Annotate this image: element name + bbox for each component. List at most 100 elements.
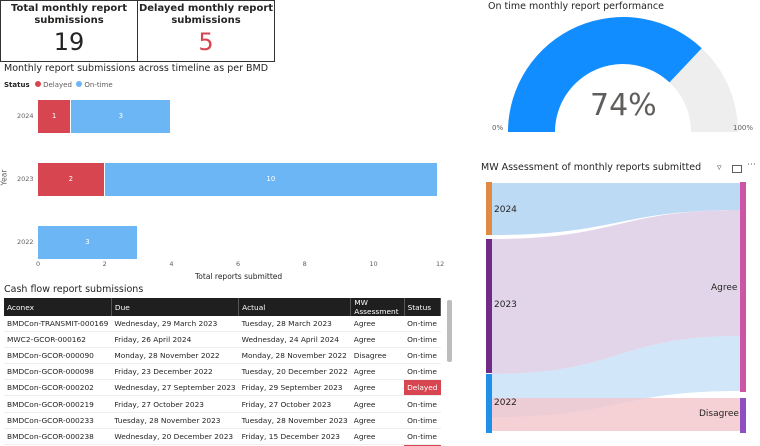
kpi-delayed-value: 5: [198, 28, 214, 56]
table-cell: Disagree: [350, 347, 405, 365]
kpi-card-delayed: Delayed monthly report submissions 5: [137, 0, 275, 62]
sankey-diagram[interactable]: [478, 178, 760, 440]
table-cell: BMDCon-GCOR-000233: [4, 412, 112, 429]
cashflow-table: Aconex Due Actual MW Assessment Status BMDCo…: [4, 298, 441, 446]
bar-delayed-2023[interactable]: 2: [38, 163, 104, 196]
data-label-on-time-2024: 3: [118, 111, 124, 120]
table-cell: Agree: [350, 395, 405, 413]
table-cell: Friday, 26 April 2024: [111, 331, 239, 349]
table-cell: Tuesday, 28 November 2023: [238, 412, 351, 429]
table-cell: BMDCon-GCOR-000238: [4, 428, 112, 445]
more-options-icon[interactable]: ⋯: [747, 160, 756, 170]
table-row[interactable]: BMDCon-GCOR-000098 Friday, 23 December 20…: [4, 363, 441, 381]
data-label-delayed-2023: 2: [68, 174, 74, 183]
focus-mode-icon[interactable]: [732, 165, 742, 173]
table-scrollbar[interactable]: [447, 300, 452, 362]
table-row[interactable]: MWC2-GCOR-000162 Friday, 26 April 2024 Wed…: [4, 331, 441, 349]
node-2023: [486, 239, 492, 373]
table-row[interactable]: BMDCon-GCOR-000233 Tuesday, 28 November 2…: [4, 412, 441, 429]
table-cell: Delayed: [404, 379, 441, 397]
table-row[interactable]: BMDCon-GCOR-000238 Wednesday, 20 December…: [4, 428, 441, 445]
table-body: BMDCon-TRANSMIT-000169 Wednesday, 29 Marc…: [4, 316, 441, 446]
column-header-2[interactable]: Actual: [238, 298, 352, 316]
sankey-node-label-2024: 2024: [494, 205, 517, 215]
bar-delayed-2024[interactable]: 1: [38, 100, 71, 133]
table-cell: On-time: [404, 331, 441, 349]
table-cell: Friday, 29 September 2023: [238, 379, 351, 397]
table-row[interactable]: BMDCon-TRANSMIT-000169 Wednesday, 29 Marc…: [4, 316, 441, 333]
bar-on-time-2024[interactable]: 3: [71, 100, 171, 133]
table-cell: Agree: [350, 379, 405, 397]
table-cell: MWC2-GCOR-000162: [4, 331, 112, 349]
table-cell: Tuesday, 20 December 2022: [238, 363, 351, 381]
x-tick-12: 12: [436, 260, 445, 268]
x-tick-0: 0: [36, 260, 41, 268]
table-cell: On-time: [404, 316, 441, 333]
legend-delayed-dot: [34, 81, 41, 87]
cashflow-table-container[interactable]: Aconex Due Actual MW Assessment Status BMDCo…: [4, 298, 441, 446]
node-2024: [486, 182, 492, 235]
table-cell: Friday, 27 October 2023: [238, 395, 351, 413]
table-cell: Wednesday, 29 March 2023: [111, 316, 239, 333]
kpi-total-value: 19: [53, 28, 85, 56]
table-cell: Tuesday, 28 March 2023: [238, 316, 351, 333]
table-row[interactable]: BMDCon-GCOR-000202 Wednesday, 27 Septembe…: [4, 379, 441, 397]
sankey-node-label-disagree: Disagree: [699, 409, 739, 419]
table-cell: BMDCon-GCOR-000090: [4, 347, 112, 365]
sankey-node-label-2022: 2022: [494, 398, 517, 408]
table-row[interactable]: BMDCon-GCOR-000090 Monday, 28 November 20…: [4, 347, 441, 365]
table-cell: Agree: [350, 316, 405, 333]
table-cell: Monday, 28 November 2022: [238, 347, 351, 365]
table-header-row: Aconex Due Actual MW Assessment Status: [4, 298, 441, 316]
node-agree: [740, 182, 746, 392]
kpi-total-title: Total monthly report submissions: [11, 3, 127, 26]
y-tick-2022: 2022: [17, 237, 34, 246]
y-tick-2024: 2024: [17, 111, 34, 120]
sankey-title: MW Assessment of monthly reports submitt…: [481, 162, 702, 173]
filter-icon[interactable]: ▿: [717, 163, 722, 173]
table-cell: Agree: [350, 331, 405, 349]
kpi-card-total: Total monthly report submissions 19: [0, 0, 138, 62]
table-cell: Wednesday, 24 April 2024: [238, 331, 351, 349]
legend-ontime-dot: [76, 81, 83, 87]
y-tick-2023: 2023: [17, 174, 34, 183]
table-cell: BMDCon-TRANSMIT-000169: [4, 316, 112, 333]
data-label-delayed-2024: 1: [51, 111, 57, 120]
x-tick-2: 2: [102, 260, 107, 268]
gauge-max-label: 100%: [733, 124, 754, 132]
table-cell: Agree: [350, 363, 405, 381]
column-header-1[interactable]: Due: [111, 298, 240, 316]
gauge-value: 74%: [590, 88, 657, 123]
sankey-node-label-agree: Agree: [711, 283, 738, 293]
timeline-bar-chart[interactable]: 2024 1 3 2023 2 10 2022 3 0 2 4 6 8 10 12: [0, 92, 445, 282]
table-cell: On-time: [404, 412, 441, 429]
legend-delayed-label: Delayed: [43, 81, 72, 89]
table-row[interactable]: BMDCon-GCOR-000219 Friday, 27 October 202…: [4, 395, 441, 413]
kpi-delayed-title: Delayed monthly report submissions: [138, 3, 274, 26]
x-tick-8: 8: [302, 260, 307, 268]
table-cell: Wednesday, 20 December 2023: [111, 428, 239, 445]
legend-title: Status: [4, 81, 30, 89]
table-cell: Agree: [350, 428, 405, 445]
column-header-0[interactable]: Aconex: [4, 298, 112, 316]
bar-on-time-2023[interactable]: 10: [104, 163, 437, 196]
sankey-node-label-2023: 2023: [494, 300, 517, 310]
column-header-3[interactable]: MW Assessment: [350, 298, 405, 316]
table-cell: Friday, 23 December 2022: [111, 363, 239, 381]
timeline-chart-title: Monthly report submissions across timeli…: [4, 63, 269, 74]
table-cell: On-time: [404, 428, 441, 445]
table-cell: Friday, 27 October 2023: [111, 395, 239, 413]
table-cell: On-time: [404, 347, 441, 365]
table-cell: Tuesday, 28 November 2023: [111, 412, 239, 429]
column-header-4[interactable]: Status: [404, 298, 441, 316]
table-cell: Monday, 28 November 2022: [111, 347, 239, 365]
bar-on-time-2022[interactable]: 3: [38, 226, 137, 259]
table-cell: On-time: [404, 363, 441, 381]
data-label-on-time-2022: 3: [85, 237, 90, 246]
timeline-legend[interactable]: Status Delayed On-time: [4, 81, 113, 89]
table-cell: Wednesday, 27 September 2023: [111, 379, 239, 397]
legend-ontime-label: On-time: [84, 81, 113, 89]
gauge-min-label: 0%: [492, 124, 504, 132]
table-cell: BMDCon-GCOR-000098: [4, 363, 112, 381]
table-cell: BMDCon-GCOR-000202: [4, 379, 112, 397]
